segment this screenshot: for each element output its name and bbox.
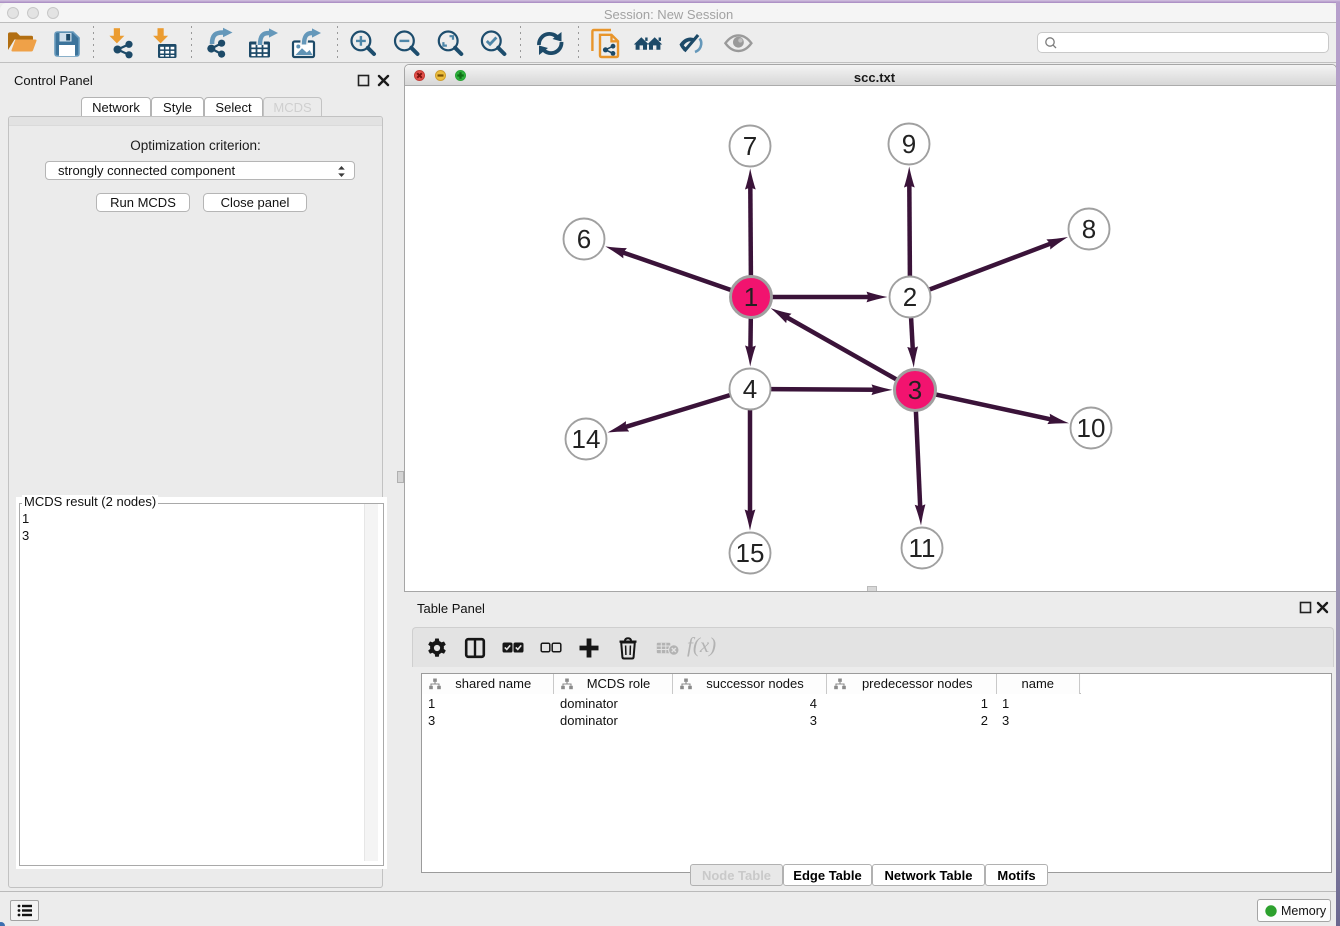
svg-text:10: 10 [1077, 413, 1106, 443]
svg-text:4: 4 [743, 374, 757, 404]
svg-text:9: 9 [902, 129, 916, 159]
svg-text:3: 3 [908, 375, 922, 405]
svg-text:7: 7 [743, 131, 757, 161]
svg-text:11: 11 [909, 533, 936, 563]
svg-text:8: 8 [1082, 214, 1096, 244]
svg-text:14: 14 [572, 424, 601, 454]
svg-text:6: 6 [577, 224, 591, 254]
svg-text:2: 2 [903, 282, 917, 312]
svg-text:15: 15 [736, 538, 765, 568]
svg-text:1: 1 [744, 282, 758, 312]
